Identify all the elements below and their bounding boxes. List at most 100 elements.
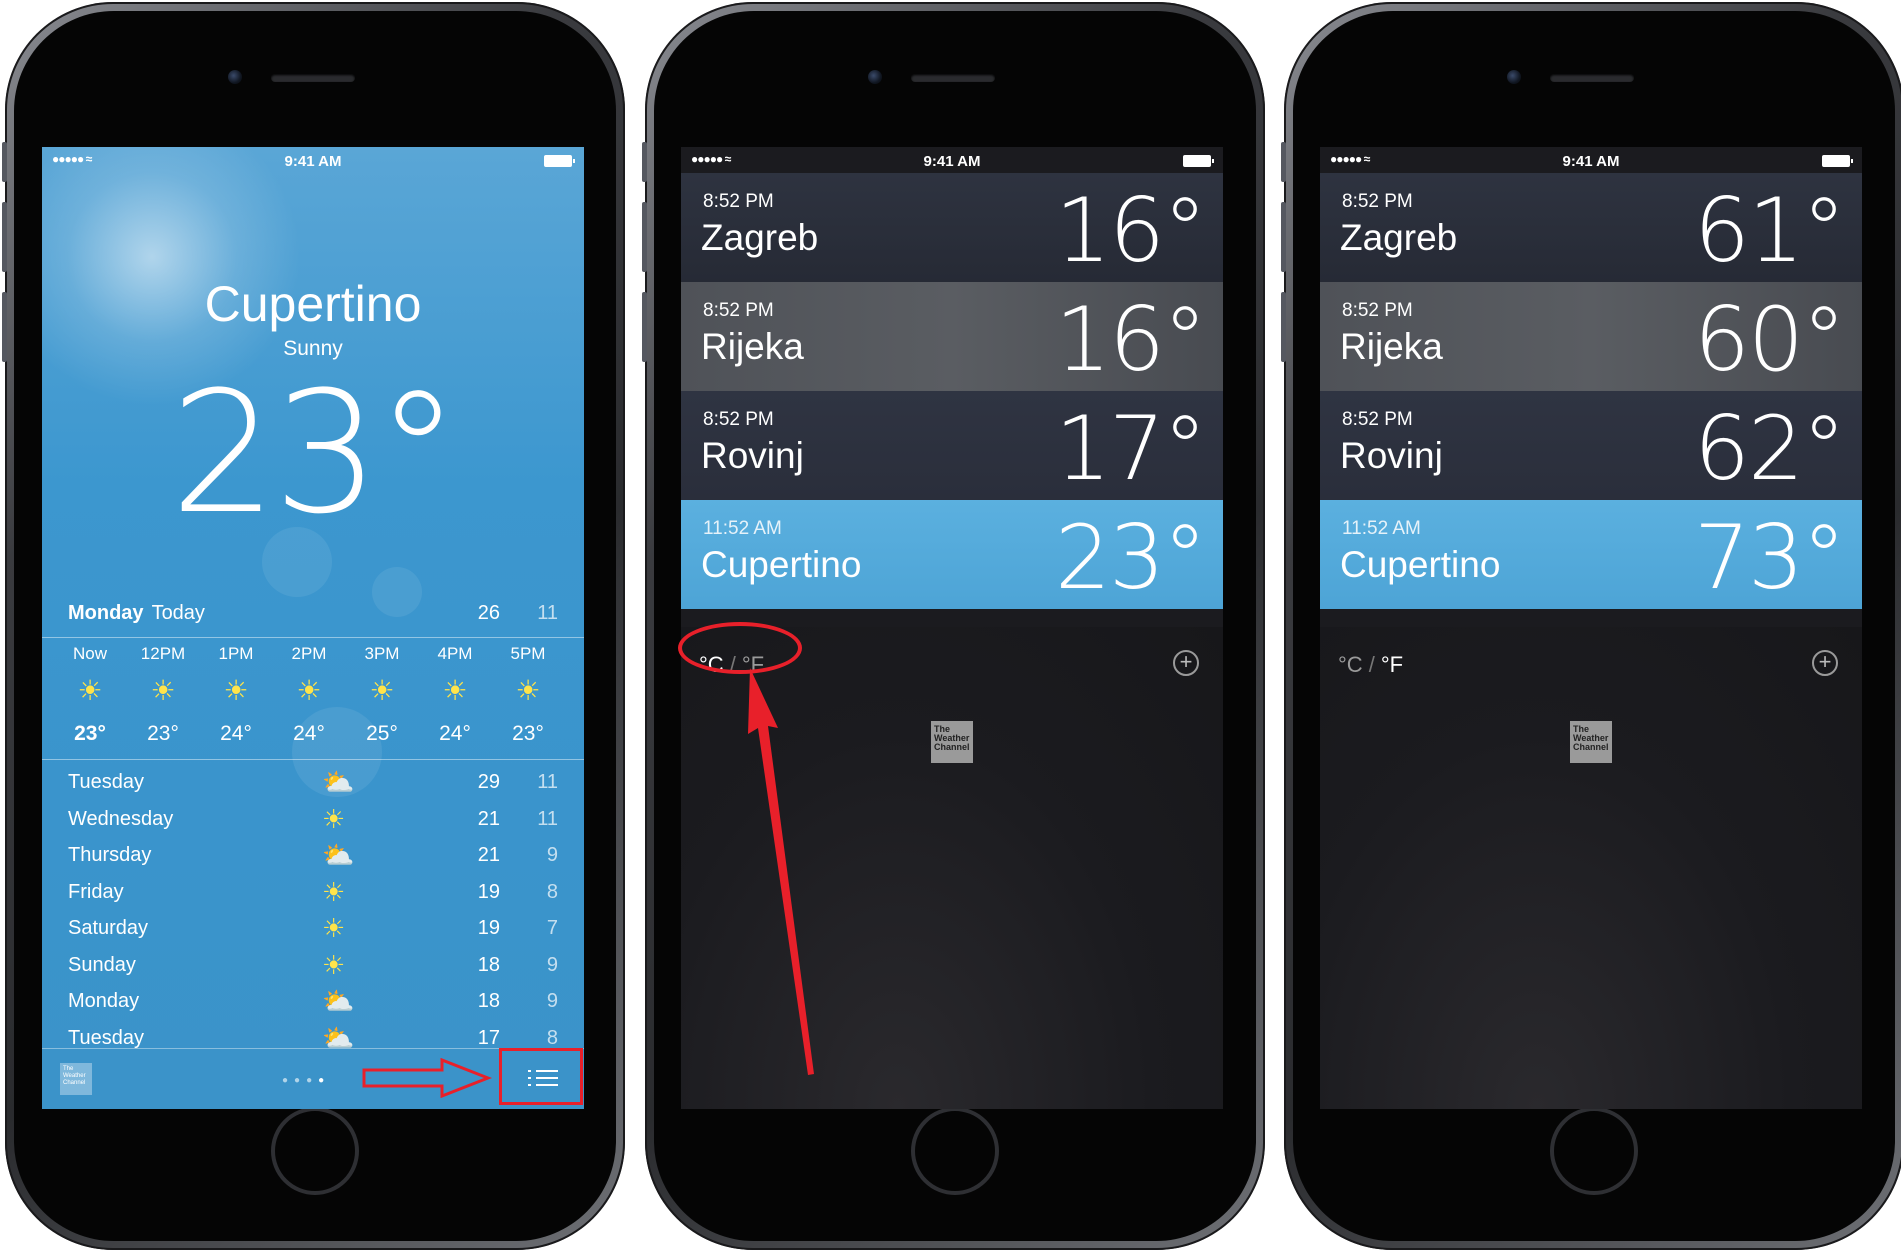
daily-day: Monday bbox=[68, 990, 140, 1012]
fahrenheit-option[interactable]: °F bbox=[1381, 652, 1403, 677]
daily-low: 11 bbox=[537, 807, 558, 830]
daily-low: 9 bbox=[546, 990, 558, 1012]
volume-down-button bbox=[2, 292, 7, 362]
city-local-time: 8:52 PM bbox=[1342, 409, 1413, 430]
hourly-item: 5PM ☀ 23° bbox=[492, 644, 564, 746]
front-camera bbox=[1507, 70, 1521, 84]
city-name: Zagreb bbox=[1340, 217, 1458, 258]
hourly-item: 4PM ☀ 24° bbox=[419, 644, 491, 746]
city-row-rovinj[interactable]: 8:52 PM Rovinj 62° bbox=[1320, 391, 1862, 500]
volume-down-button bbox=[642, 292, 647, 362]
unit-toggle[interactable]: °C / °F bbox=[1338, 652, 1403, 678]
weather-channel-logo[interactable]: The Weather Channel bbox=[1570, 721, 1612, 763]
city-row-zagreb[interactable]: 8:52 PM Zagreb 61° bbox=[1320, 173, 1862, 282]
city-local-time: 8:52 PM bbox=[1342, 191, 1413, 212]
battery-icon bbox=[544, 155, 575, 167]
daily-row: Monday ⛅ 18 9 bbox=[68, 986, 558, 1023]
hour-temp: 23° bbox=[147, 722, 179, 745]
city-name: Rovinj bbox=[1340, 435, 1443, 476]
hour-temp: 24° bbox=[220, 722, 252, 745]
daily-high: 17 bbox=[477, 1026, 500, 1049]
partly-cloudy-icon: ⛅ bbox=[322, 840, 355, 870]
city-name: Cupertino bbox=[701, 544, 862, 585]
city-local-time: 11:52 AM bbox=[1342, 518, 1421, 539]
sun-icon: ☀ bbox=[296, 675, 322, 706]
hour-time: Now bbox=[72, 644, 107, 663]
status-time: 9:41 AM bbox=[284, 153, 342, 170]
daily-day: Saturday bbox=[68, 917, 149, 939]
mute-switch bbox=[642, 142, 647, 182]
hour-time: 12PM bbox=[140, 644, 186, 663]
daily-row: Sunday ☀ 18 9 bbox=[68, 950, 558, 987]
hourly-item: 2PM ☀ 24° bbox=[273, 644, 345, 746]
annotation-ellipse bbox=[678, 622, 802, 674]
sun-icon: ☀ bbox=[150, 675, 176, 706]
hourly-forecast[interactable]: Now ☀ 23° 12PM ☀ 23° 1PM ☀ 24° 2PM ☀ 24° 3PM ☀ 25°… bbox=[50, 644, 576, 754]
hour-temp: 23° bbox=[74, 722, 106, 745]
daily-row: Friday ☀ 19 8 bbox=[68, 877, 558, 914]
daily-day: Friday bbox=[68, 880, 124, 903]
front-camera bbox=[868, 70, 882, 84]
today-day: Monday bbox=[68, 602, 144, 624]
city-name: Cupertino bbox=[1340, 544, 1501, 585]
city-row-rijeka[interactable]: 8:52 PM Rijeka 60° bbox=[1320, 282, 1862, 391]
add-city-button[interactable]: + bbox=[1173, 650, 1199, 676]
city-temp: 17° bbox=[1055, 397, 1207, 500]
hourly-item: 12PM ☀ 23° bbox=[127, 644, 199, 746]
daily-low: 9 bbox=[546, 953, 558, 976]
daily-day: Thursday bbox=[68, 844, 152, 866]
volume-up-button bbox=[642, 202, 647, 272]
city-row-rovinj[interactable]: 8:52 PM Rovinj 17° bbox=[681, 391, 1223, 500]
sun-icon: ☀ bbox=[322, 949, 346, 980]
daily-low: 8 bbox=[546, 1026, 558, 1049]
mute-switch bbox=[1281, 142, 1286, 182]
daily-row: Thursday ⛅ 21 9 bbox=[68, 840, 558, 877]
city-local-time: 8:52 PM bbox=[703, 409, 774, 430]
daily-high: 18 bbox=[477, 990, 500, 1012]
city-name: Rijeka bbox=[1340, 326, 1443, 367]
weather-channel-logo-text: The Weather Channel bbox=[63, 1066, 86, 1086]
weather-channel-logo[interactable]: The Weather Channel bbox=[60, 1063, 92, 1095]
sun-icon: ☀ bbox=[322, 876, 346, 907]
celsius-option[interactable]: °C bbox=[1338, 652, 1363, 677]
city-local-time: 8:52 PM bbox=[703, 191, 774, 212]
hour-time: 1PM bbox=[218, 644, 254, 663]
home-button[interactable] bbox=[911, 1107, 999, 1195]
daily-low: 7 bbox=[546, 917, 558, 939]
sun-icon: ☀ bbox=[77, 675, 103, 706]
home-button[interactable] bbox=[1550, 1107, 1638, 1195]
hour-time: 5PM bbox=[510, 644, 546, 663]
sun-icon: ☀ bbox=[322, 803, 346, 834]
city-row-rijeka[interactable]: 8:52 PM Rijeka 16° bbox=[681, 282, 1223, 391]
daily-day: Tuesday bbox=[68, 1026, 144, 1049]
city-name: Cupertino bbox=[204, 276, 422, 332]
city-row-cupertino[interactable]: 11:52 AM Cupertino 73° bbox=[1320, 500, 1862, 609]
status-bar: ●●●●● ≈ 9:41 AM bbox=[1320, 147, 1862, 173]
today-high: 26 bbox=[477, 602, 500, 624]
daily-row: Wednesday ☀ 21 11 bbox=[68, 804, 558, 841]
city-row-cupertino[interactable]: 11:52 AM Cupertino 23° bbox=[681, 500, 1223, 609]
hour-time: 3PM bbox=[364, 644, 400, 663]
status-time: 9:41 AM bbox=[1562, 153, 1620, 170]
weather-channel-logo[interactable]: The Weather Channel bbox=[931, 721, 973, 763]
city-row-zagreb[interactable]: 8:52 PM Zagreb 16° bbox=[681, 173, 1223, 282]
volume-up-button bbox=[1281, 202, 1286, 272]
city-temp: 60° bbox=[1694, 288, 1846, 391]
annotation-highlight-box bbox=[499, 1048, 583, 1105]
phone-list-fahrenheit: ●●●●● ≈ 9:41 AM 8:52 PM Zagreb 61° 8:52 PM… bbox=[1281, 2, 1901, 1250]
home-button[interactable] bbox=[271, 1107, 359, 1195]
sun-icon: ☀ bbox=[442, 675, 468, 706]
partly-cloudy-icon: ⛅ bbox=[322, 986, 355, 1016]
hourly-item: 1PM ☀ 24° bbox=[200, 644, 272, 746]
current-temperature: 23° bbox=[170, 355, 460, 551]
page-indicator[interactable]: ●●●● bbox=[282, 1075, 330, 1086]
add-city-button[interactable]: + bbox=[1812, 650, 1838, 676]
daily-high: 21 bbox=[477, 807, 500, 830]
city-name: Zagreb bbox=[701, 217, 819, 258]
daily-day: Wednesday bbox=[68, 807, 174, 830]
sun-icon: ☀ bbox=[369, 675, 395, 706]
earpiece-speaker bbox=[271, 74, 355, 82]
daily-high: 21 bbox=[477, 844, 500, 866]
daily-forecast[interactable]: Tuesday ⛅ 29 11 Wednesday ☀ 21 11 Thursday ⛅ 21 9… bbox=[68, 767, 558, 1059]
battery-icon bbox=[1183, 155, 1214, 167]
